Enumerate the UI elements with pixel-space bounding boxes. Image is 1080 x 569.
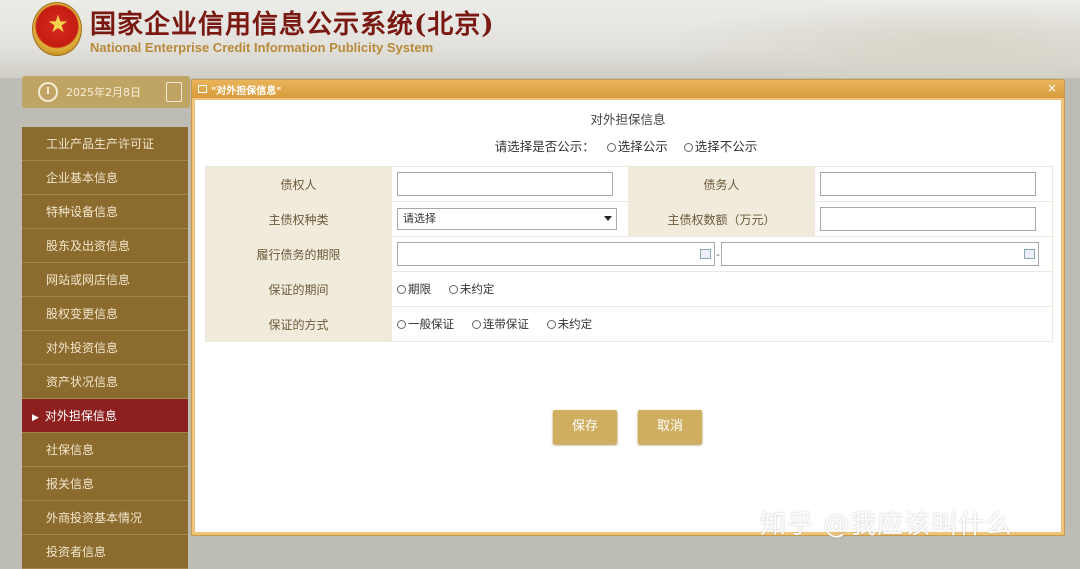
sidebar-item-industrial-license[interactable]: 工业产品生产许可证 bbox=[22, 127, 188, 161]
method-option-joint[interactable]: 连带保证 bbox=[471, 317, 529, 331]
sidebar-item-equity-change[interactable]: 股权变更信息 bbox=[22, 297, 188, 331]
term-start-input[interactable] bbox=[397, 242, 715, 266]
debtor-label: 债务人 bbox=[628, 166, 815, 202]
claim-amount-label: 主债权数额（万元） bbox=[628, 201, 815, 237]
calendar-icon[interactable] bbox=[1023, 249, 1035, 259]
creditor-label: 债权人 bbox=[205, 166, 392, 202]
radio-general[interactable] bbox=[397, 320, 406, 329]
period-option-unspecified[interactable]: 未约定 bbox=[448, 282, 494, 296]
chevron-down-icon bbox=[604, 216, 612, 221]
publicity-option-private[interactable]: 选择不公示 bbox=[683, 139, 757, 154]
sidebar-nav: 工业产品生产许可证 企业基本信息 特种设备信息 股东及出资信息 网站或网店信息 … bbox=[22, 127, 188, 569]
guarantee-form: 债权人 债务人 主债权种类 请选择 主债权数额（万元） 履行债务的期限 - 保证… bbox=[205, 166, 1053, 342]
publicity-prompt: 请选择是否公示： bbox=[494, 139, 595, 154]
sidebar-item-assets[interactable]: 资产状况信息 bbox=[22, 365, 188, 399]
site-header: ★ 国家企业信用信息公示系统(北京) National Enterprise C… bbox=[0, 0, 1080, 78]
radio-term[interactable] bbox=[397, 285, 406, 294]
term-end-input[interactable] bbox=[720, 242, 1039, 266]
header-landscape bbox=[660, 0, 1080, 78]
form-heading: 对外担保信息 bbox=[590, 112, 666, 127]
calendar-icon[interactable] bbox=[166, 82, 182, 102]
calendar-icon[interactable] bbox=[700, 249, 711, 259]
sidebar-item-websites[interactable]: 网站或网店信息 bbox=[22, 263, 188, 297]
sidebar-item-basic-info[interactable]: 企业基本信息 bbox=[22, 161, 188, 195]
guarantee-period-label: 保证的期间 bbox=[205, 271, 392, 307]
sidebar-item-foreign-investment[interactable]: 外商投资基本情况 bbox=[22, 501, 188, 535]
radio-private[interactable] bbox=[683, 143, 693, 152]
radio-joint[interactable] bbox=[471, 320, 481, 329]
guarantee-dialog: "对外担保信息" × 对外担保信息 请选择是否公示： 选择公示 选择不公示 债权… bbox=[191, 79, 1065, 536]
sidebar-item-investment[interactable]: 对外投资信息 bbox=[22, 331, 188, 365]
sidebar-item-customs[interactable]: 报关信息 bbox=[22, 467, 188, 501]
sidebar-item-guarantee[interactable]: ▶ 对外担保信息 bbox=[22, 399, 188, 433]
window-icon bbox=[198, 85, 207, 93]
radio-method-unspecified[interactable] bbox=[546, 320, 556, 329]
guarantee-method-label: 保证的方式 bbox=[205, 306, 392, 342]
clock-icon bbox=[38, 82, 58, 102]
dialog-body: 对外担保信息 请选择是否公示： 选择公示 选择不公示 债权人 债务人 主债权种类… bbox=[195, 100, 1061, 532]
period-option-term[interactable]: 期限 bbox=[397, 282, 431, 296]
term-separator: - bbox=[716, 247, 720, 261]
dialog-title: "对外担保信息" bbox=[211, 85, 282, 97]
save-button[interactable]: 保存 bbox=[553, 410, 617, 444]
publicity-option-public[interactable]: 选择公示 bbox=[606, 139, 668, 154]
radio-public[interactable] bbox=[606, 143, 616, 152]
debtor-input[interactable] bbox=[820, 172, 1036, 196]
site-subtitle: National Enterprise Credit Information P… bbox=[90, 40, 434, 55]
method-option-general[interactable]: 一般保证 bbox=[397, 317, 454, 331]
claim-type-label: 主债权种类 bbox=[205, 201, 392, 237]
publicity-choice: 请选择是否公示： 选择公示 选择不公示 bbox=[195, 136, 1061, 155]
dialog-titlebar[interactable]: "对外担保信息" bbox=[192, 80, 1064, 98]
method-option-unspecified[interactable]: 未约定 bbox=[546, 317, 592, 331]
national-emblem-icon: ★ bbox=[32, 2, 82, 56]
date-bar: 2025年2月8日 bbox=[22, 76, 190, 108]
claim-type-select[interactable]: 请选择 bbox=[397, 208, 617, 230]
sidebar-item-investors[interactable]: 投资者信息 bbox=[22, 535, 188, 569]
term-label: 履行债务的期限 bbox=[205, 236, 392, 272]
claim-amount-input[interactable] bbox=[820, 207, 1036, 231]
sidebar-item-shareholders[interactable]: 股东及出资信息 bbox=[22, 229, 188, 263]
sidebar-item-social-security[interactable]: 社保信息 bbox=[22, 433, 188, 467]
cancel-button[interactable]: 取消 bbox=[638, 410, 702, 444]
creditor-input[interactable] bbox=[397, 172, 613, 196]
current-date: 2025年2月8日 bbox=[66, 86, 141, 99]
site-title: 国家企业信用信息公示系统(北京) bbox=[90, 10, 495, 40]
caret-right-icon: ▶ bbox=[32, 413, 39, 423]
radio-period-unspecified[interactable] bbox=[448, 285, 458, 294]
close-icon[interactable]: × bbox=[1044, 81, 1060, 96]
watermark: 知乎 @我应该叫什么 bbox=[760, 510, 1013, 540]
sidebar-item-special-equipment[interactable]: 特种设备信息 bbox=[22, 195, 188, 229]
